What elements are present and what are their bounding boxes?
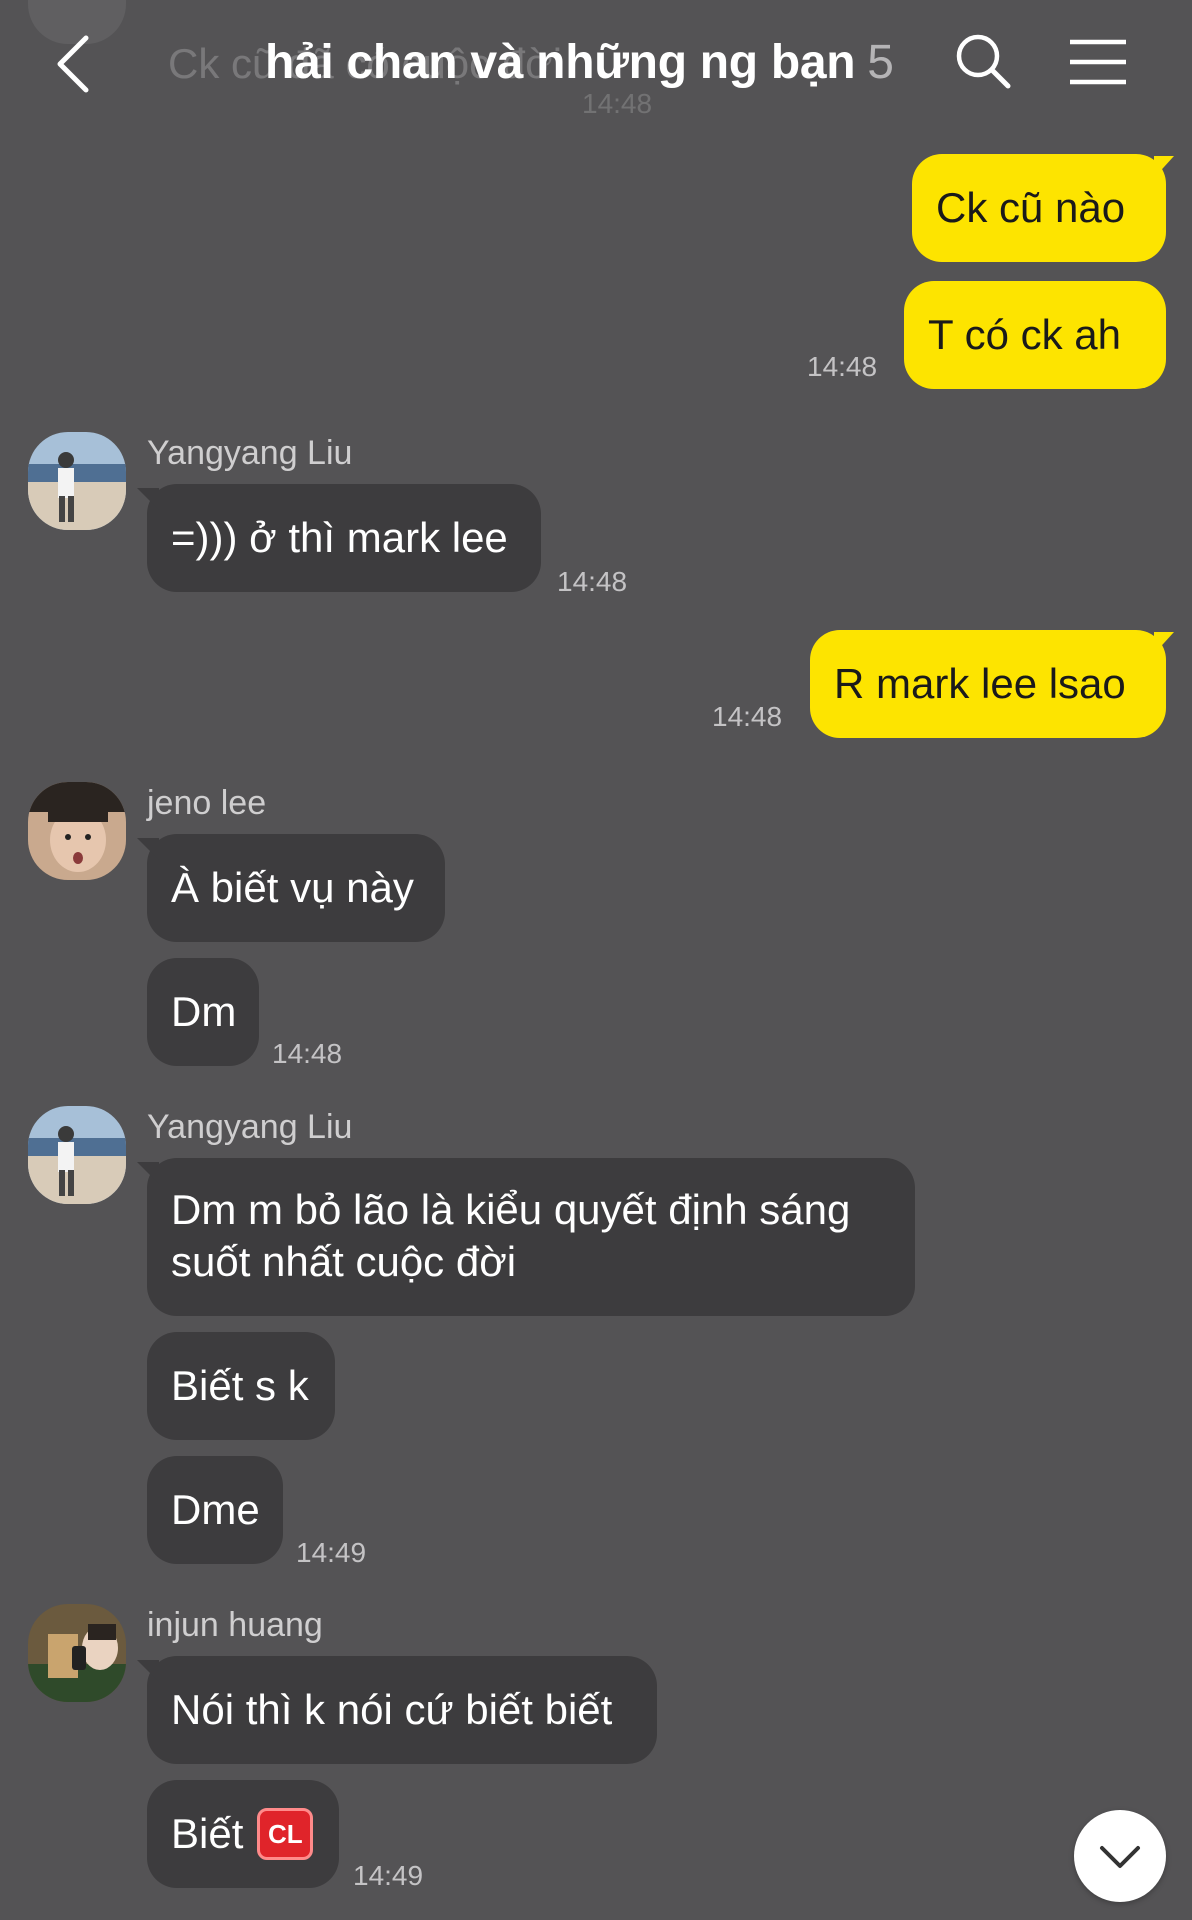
message-text: Biết s k [171, 1362, 309, 1409]
faded-message-time: 14:48 [582, 88, 653, 119]
their-message-bubble[interactable]: =))) ở thì mark lee [137, 484, 541, 592]
message-text: Dme [171, 1486, 260, 1533]
my-message-bubble[interactable]: Ck cũ nào [912, 154, 1174, 262]
chevron-down-icon [1100, 1846, 1140, 1868]
member-count: 5 [867, 36, 894, 89]
message-timestamp: 14:48 [712, 701, 783, 732]
their-message-bubble[interactable]: Nói thì k nói cứ biết biết [137, 1656, 657, 1764]
message-text: T có ck ah [928, 311, 1121, 358]
message-text: À biết vụ này [171, 864, 414, 911]
message-text: Biết [171, 1810, 244, 1857]
scroll-to-bottom-button[interactable] [1074, 1810, 1166, 1902]
hamburger-menu-icon[interactable] [1068, 36, 1128, 88]
message-timestamp: 14:48 [807, 351, 878, 382]
their-message-bubble[interactable]: À biết vụ này [137, 834, 445, 942]
message-text: Dm [171, 988, 237, 1035]
sender-name: jeno lee [147, 784, 267, 822]
avatar[interactable] [28, 782, 126, 880]
avatar[interactable] [28, 432, 126, 530]
message-timestamp: 14:49 [296, 1537, 367, 1568]
message-timestamp: 14:48 [272, 1038, 343, 1069]
search-icon[interactable] [954, 32, 1012, 90]
message-text: Ck cũ nào [936, 184, 1126, 231]
my-message-bubble[interactable]: T có ck ah [904, 281, 1166, 389]
chat-title: hải chan và những ng bạn 5 [265, 35, 894, 90]
their-message-bubble[interactable]: Biết CL [147, 1780, 339, 1888]
avatar[interactable] [28, 1106, 126, 1204]
avatar[interactable] [28, 1604, 126, 1702]
sender-name: Yangyang Liu [147, 1108, 353, 1146]
their-message-bubble[interactable]: Biết s k [147, 1332, 335, 1440]
sender-name: Yangyang Liu [147, 434, 353, 472]
chat-title-text: hải chan và những ng bạn [265, 36, 856, 89]
message-text: R mark lee lsao [834, 660, 1126, 707]
chat-header: Ck cũ đã có cuộc đời 14:48 hải chan và n… [0, 0, 1192, 130]
their-message-bubble[interactable]: Dm m bỏ lão là kiểu quyết định sáng suốt… [137, 1158, 915, 1316]
their-message-bubble[interactable]: Dme [147, 1456, 283, 1564]
message-text: Nói thì k nói cứ biết biết [171, 1686, 613, 1733]
chevron-left-icon[interactable] [50, 32, 98, 96]
my-message-bubble[interactable]: R mark lee lsao [810, 630, 1174, 738]
message-timestamp: 14:49 [353, 1860, 424, 1891]
message-text: Dm m bỏ lão là kiểu quyết định sáng suốt… [171, 1186, 851, 1285]
cl-emoji-badge: CL [257, 1808, 314, 1860]
sender-name: injun huang [147, 1606, 323, 1644]
message-timestamp: 14:48 [557, 566, 628, 597]
message-text: =))) ở thì mark lee [171, 514, 508, 561]
their-message-bubble[interactable]: Dm [147, 958, 259, 1066]
